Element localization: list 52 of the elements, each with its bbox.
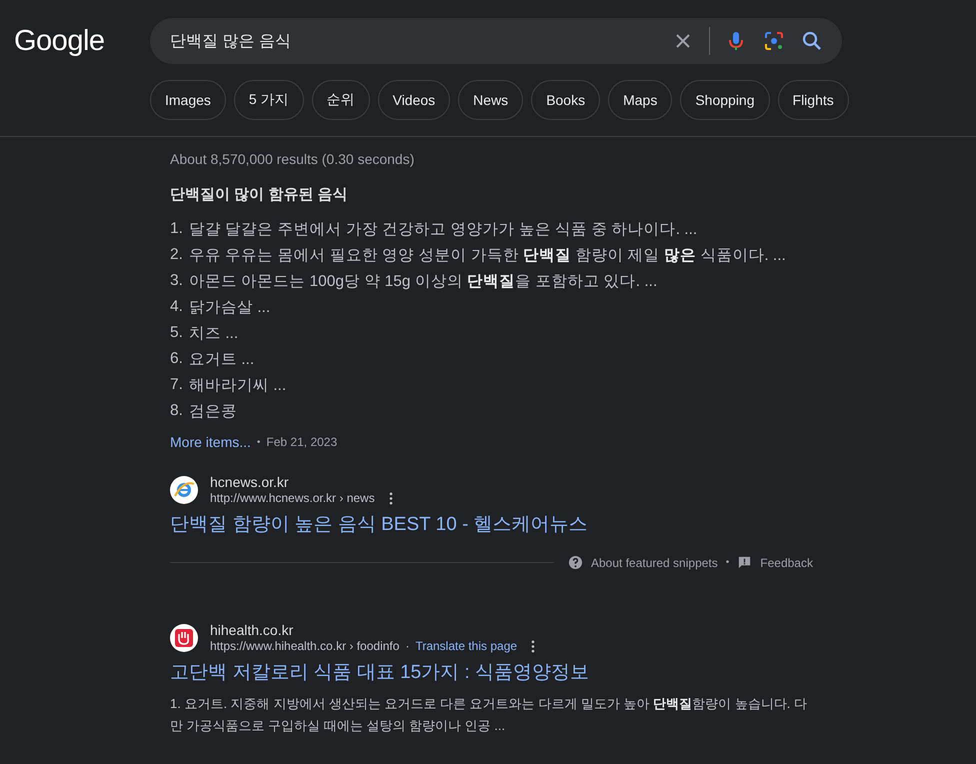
filter-chip[interactable]: Maps [608, 80, 672, 120]
separator-dot: • [256, 436, 260, 448]
site-name: hihealth.co.kr [210, 622, 294, 638]
list-item-text: 검은콩 [188, 402, 237, 422]
hand-favicon-icon [170, 624, 198, 652]
filter-chip[interactable]: 순위 [312, 80, 370, 120]
result-url[interactable]: https://www.hihealth.co.kr › foodinfo [210, 639, 400, 653]
list-item-text: 우유 우유는 몸에서 필요한 영양 성분이 가득한 단백질 함량이 제일 많은 식품이다. ... [188, 246, 786, 266]
filter-chip[interactable]: Videos [378, 80, 450, 120]
filter-chip[interactable]: Books [531, 80, 600, 120]
list-item-text: 치즈 ... [188, 324, 238, 344]
result-snippet: 1. 요거트. 지중해 지방에서 생산되는 요거드로 다른 요거트와는 다르게 밀도가 높아 단백질함량이 높습니다. 다만 가공식품으로 구입하실 때에는 설탕의 함량이나 인공 ... [170, 695, 808, 735]
result-title-link[interactable]: 단백질 함량이 높은 음식 BEST 10 - 헬스케어뉴스 [170, 511, 976, 537]
result-stats: About 8,570,000 results (0.30 seconds) [170, 151, 416, 167]
more-options-icon[interactable] [388, 492, 393, 504]
about-snippets-link[interactable]: About featured snippets [591, 556, 718, 570]
list-number: 8. [170, 402, 183, 420]
more-items-link[interactable]: More items... [170, 434, 251, 450]
more-options-icon[interactable] [531, 640, 536, 652]
list-number: 1. [170, 220, 183, 238]
feedback-link[interactable]: Feedback [760, 556, 813, 570]
list-item-text: 해바라기씨 ... [188, 376, 286, 396]
filter-chip[interactable]: 5 가지 [234, 80, 304, 120]
search-field[interactable]: 단백질 많은 음식 [170, 32, 657, 50]
separator-dot: · [405, 639, 410, 653]
filter-chip[interactable]: Images [150, 80, 226, 120]
help-icon[interactable] [568, 555, 583, 570]
feedback-icon[interactable] [737, 555, 752, 570]
camera-lens-icon[interactable] [762, 29, 786, 53]
search-bar[interactable]: 단백질 많은 음식 [150, 18, 842, 64]
list-item-text: 아몬드 아몬드는 100g당 약 15g 이상의 단백질을 포함하고 있다. ... [188, 272, 658, 292]
result-url[interactable]: http://www.hcnews.or.kr › news [210, 491, 375, 505]
list-number: 4. [170, 298, 183, 316]
filter-chip[interactable]: News [458, 80, 524, 120]
result-title-link[interactable]: 고단백 저칼로리 식품 대표 15가지 : 식품영양정보 [170, 659, 976, 685]
list-number: 2. [170, 246, 183, 264]
translate-link[interactable]: Translate this page [415, 639, 518, 653]
filter-chip[interactable]: Flights [778, 80, 849, 120]
list-item-text: 닭가슴살 ... [188, 298, 270, 318]
list-number: 3. [170, 272, 183, 290]
separator-dot: • [726, 557, 730, 568]
list-number: 6. [170, 350, 183, 368]
site-name: hcnews.or.kr [210, 474, 290, 490]
google-logo[interactable]: Google [0, 24, 150, 58]
filter-chip[interactable]: Shopping [680, 80, 770, 120]
globe-favicon-icon [170, 476, 198, 504]
list-number: 5. [170, 324, 183, 342]
list-number: 7. [170, 376, 183, 394]
list-item-text: 요거트 ... [188, 350, 254, 370]
list-item-text: 달걀 달걀은 주변에서 가장 건강하고 영양가가 높은 식품 중 하나이다. ... [188, 220, 698, 240]
date-text: Feb 21, 2023 [266, 435, 338, 449]
snippet-heading: 단백질이 많이 함유된 음식 [170, 185, 349, 204]
